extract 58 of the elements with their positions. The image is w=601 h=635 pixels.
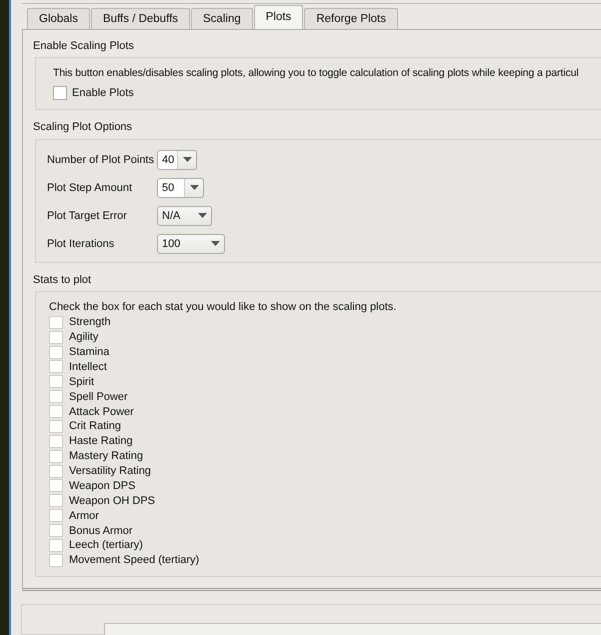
section-title: Enable Scaling Plots bbox=[33, 40, 135, 52]
checkbox[interactable]: Mastery Rating bbox=[49, 448, 601, 464]
checkbox[interactable]: Intellect bbox=[49, 360, 601, 374]
tab[interactable]: Globals bbox=[27, 8, 90, 29]
section-title: Stats to plot bbox=[33, 274, 92, 286]
checkbox[interactable]: Weapon DPS bbox=[49, 478, 601, 494]
checkbox-icon[interactable] bbox=[49, 390, 63, 404]
checkbox[interactable]: Bonus Armor bbox=[49, 523, 601, 538]
checkbox[interactable]: Leech (tertiary) bbox=[49, 538, 601, 553]
checkbox-icon[interactable] bbox=[49, 434, 63, 448]
checkbox-icon[interactable] bbox=[49, 479, 63, 492]
checkbox-icon[interactable] bbox=[49, 509, 63, 522]
checkbox[interactable]: Spirit bbox=[49, 374, 601, 390]
checkbox-icon[interactable] bbox=[49, 375, 63, 388]
checkbox-icon[interactable] bbox=[49, 420, 63, 433]
checkbox-icon[interactable] bbox=[49, 405, 63, 418]
checkbox[interactable]: Versatility Rating bbox=[49, 464, 601, 479]
checkbox-icon[interactable] bbox=[49, 464, 63, 478]
checkbox-icon[interactable] bbox=[49, 524, 63, 538]
tab[interactable]: Scaling bbox=[191, 8, 253, 29]
caret-icon bbox=[190, 185, 198, 190]
checkbox-icon[interactable] bbox=[49, 316, 63, 329]
checkbox[interactable]: Enable Plots bbox=[53, 84, 601, 102]
dropdown[interactable]: N/A bbox=[157, 206, 212, 226]
caret-icon bbox=[210, 241, 220, 246]
checkbox[interactable]: Stamina bbox=[49, 344, 601, 360]
section-title: Scaling Plot Options bbox=[33, 121, 134, 134]
checkbox[interactable]: Movement Speed (tertiary) bbox=[49, 552, 601, 568]
field-label: Plot Iterations bbox=[47, 238, 116, 250]
caret-icon bbox=[182, 157, 192, 162]
description-text: This button enables/disables scaling plots, allowing you to toggle calculation of scaling plots while keeping a particul bbox=[53, 66, 580, 80]
checkbox[interactable]: Armor bbox=[49, 508, 601, 524]
checkbox-icon[interactable] bbox=[49, 450, 63, 463]
checkbox[interactable]: Spell Power bbox=[49, 389, 601, 404]
checkbox-icon[interactable] bbox=[53, 86, 67, 100]
dropdown[interactable]: 40 bbox=[157, 150, 197, 170]
checkbox[interactable]: Weapon OH DPS bbox=[49, 493, 601, 508]
checkbox-icon[interactable] bbox=[49, 494, 63, 508]
checkbox-icon[interactable] bbox=[49, 538, 63, 552]
checkbox[interactable]: Agility bbox=[49, 330, 601, 345]
dropdown[interactable]: 100 bbox=[157, 234, 225, 254]
checkbox[interactable]: Attack Power bbox=[49, 404, 601, 420]
tab[interactable]: Reforge Plots bbox=[304, 8, 398, 29]
checkbox-icon[interactable] bbox=[49, 346, 63, 359]
checkbox[interactable]: Strength bbox=[49, 314, 601, 330]
checkbox-icon[interactable] bbox=[49, 330, 63, 344]
checkbox[interactable]: Crit Rating bbox=[49, 419, 601, 434]
field-label: Number of Plot Points bbox=[47, 154, 155, 166]
checkbox-icon[interactable] bbox=[49, 554, 63, 567]
caret-icon bbox=[198, 213, 206, 218]
checkbox[interactable]: Haste Rating bbox=[49, 434, 601, 449]
dropdown[interactable]: 50 bbox=[157, 178, 204, 198]
tab[interactable]: Plots bbox=[254, 4, 304, 29]
checkbox-icon[interactable] bbox=[49, 360, 63, 374]
tab[interactable]: Buffs / Debuffs bbox=[91, 8, 190, 29]
description-text: Check the box for each stat you would like to show on the scaling plots. bbox=[49, 300, 398, 314]
field-label: Plot Step Amount bbox=[47, 182, 133, 194]
field-label: Plot Target Error bbox=[47, 210, 128, 222]
